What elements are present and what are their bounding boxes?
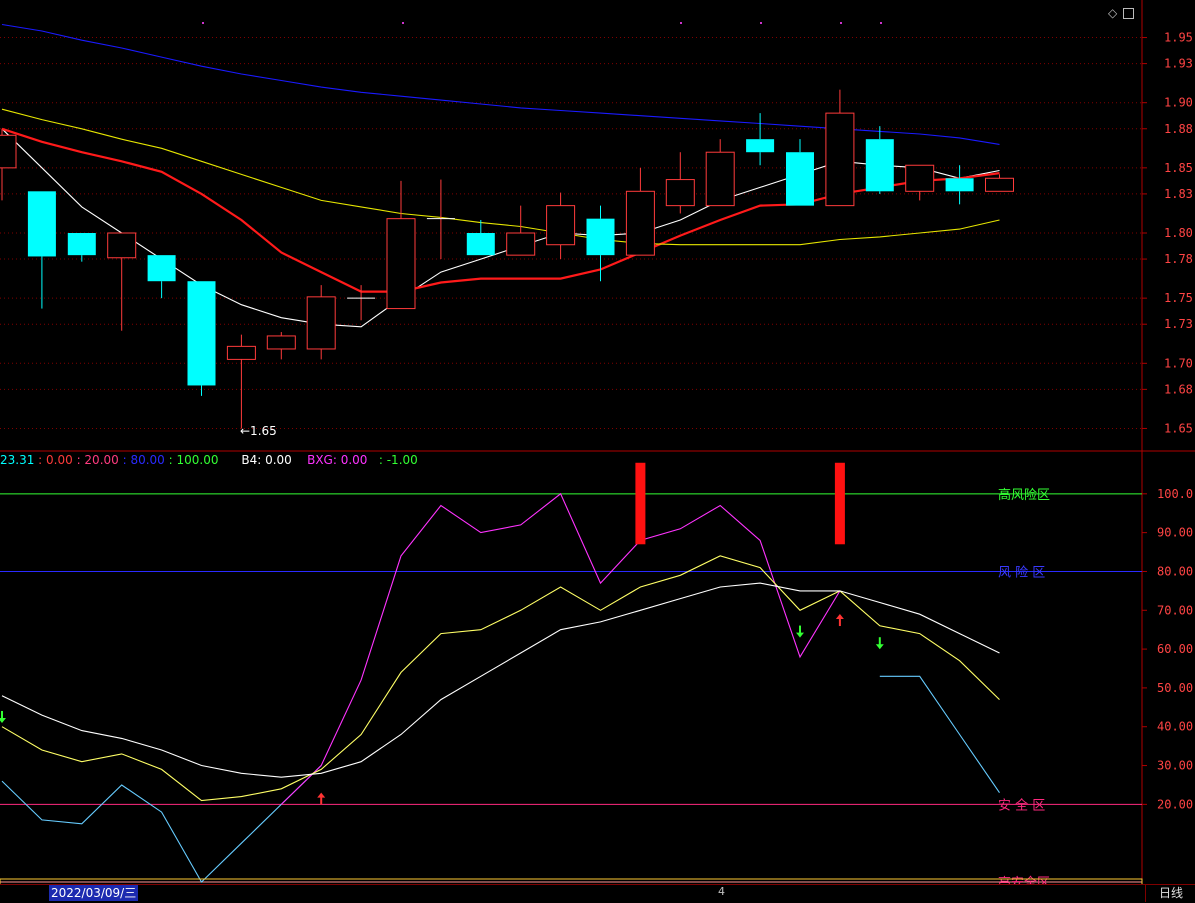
osc-tick-label: 100.0 xyxy=(1157,487,1193,501)
top-marker xyxy=(760,22,762,24)
candle-body xyxy=(586,218,615,256)
candle-body xyxy=(0,134,17,169)
osc-tick-label: 70.00 xyxy=(1157,603,1193,617)
arrow-head xyxy=(317,792,326,798)
candle-body xyxy=(746,139,775,153)
candle-body xyxy=(625,190,655,256)
legend-item: 23.31 xyxy=(0,453,35,467)
price-tick-label: 1.93 xyxy=(1164,57,1193,71)
candle-body xyxy=(665,179,695,207)
price-tick-label: 1.80 xyxy=(1164,226,1193,240)
candle-body xyxy=(985,177,1014,192)
candle-body xyxy=(187,281,216,386)
price-tick-label: 1.73 xyxy=(1164,317,1193,331)
osc-tick-label: 30.00 xyxy=(1157,759,1193,773)
osc-line xyxy=(1,675,1000,883)
zone-label-high_risk: 高风险区 xyxy=(998,487,1050,503)
zone-label-safe: 安 全 区 xyxy=(998,797,1045,813)
restore-icon[interactable] xyxy=(1123,8,1135,19)
signal-arrow xyxy=(875,637,884,650)
price-tick-label: 1.70 xyxy=(1164,356,1193,370)
window-controls: ◇ xyxy=(1108,6,1140,20)
arrow-head xyxy=(875,644,884,650)
price-tick-label: 1.95 xyxy=(1164,31,1193,45)
legend-item: : 100.00 xyxy=(164,453,219,467)
candle-body xyxy=(506,232,536,256)
top-marker xyxy=(402,22,404,24)
axis-marker: 4 xyxy=(718,885,725,898)
top-marker xyxy=(680,22,682,24)
candle-body xyxy=(546,205,576,246)
arrow-head xyxy=(835,614,844,620)
price-tick-label: 1.78 xyxy=(1164,252,1193,266)
legend-item: : 20.00 xyxy=(72,453,119,467)
signal-bar xyxy=(635,462,646,545)
signal-arrow xyxy=(0,710,6,723)
price-tick-label: 1.85 xyxy=(1164,161,1193,175)
osc-tick-label: 20.00 xyxy=(1157,797,1193,811)
osc-tick-label: 80.00 xyxy=(1157,564,1193,578)
top-marker xyxy=(840,22,842,24)
signal-arrow xyxy=(317,792,326,805)
legend-item: B4: 0.00 xyxy=(218,453,292,467)
status-bar xyxy=(0,884,1195,903)
price-tick-label: 1.90 xyxy=(1164,96,1193,110)
low-price-marker: ←1.65 xyxy=(240,424,277,438)
osc-line xyxy=(280,492,841,805)
top-marker xyxy=(880,22,882,24)
candle-body xyxy=(266,335,296,350)
top-marker xyxy=(202,22,204,24)
price-tick-label: 1.83 xyxy=(1164,187,1193,201)
price-tick-label: 1.68 xyxy=(1164,382,1193,396)
legend-item: : -1.00 xyxy=(367,453,418,467)
candle-body xyxy=(27,191,56,257)
candle-body xyxy=(945,178,974,192)
osc-line xyxy=(1,582,1000,778)
candle-body xyxy=(865,139,894,192)
arrow-head xyxy=(0,717,6,723)
candle-body xyxy=(786,152,814,206)
candle-body xyxy=(825,112,855,207)
candle-body xyxy=(226,345,256,360)
arrow-head xyxy=(796,632,804,638)
price-tick-label: 1.75 xyxy=(1164,291,1193,305)
diamond-icon[interactable]: ◇ xyxy=(1108,6,1117,20)
legend-item: : 0.00 xyxy=(34,453,73,467)
cursor-date: 2022/03/09/三 xyxy=(49,885,139,901)
candle-body xyxy=(386,218,416,310)
osc-tick-label: 40.00 xyxy=(1157,720,1193,734)
price-tick-label: 1.65 xyxy=(1164,421,1193,435)
candle-body xyxy=(147,255,176,282)
candle-body xyxy=(67,233,96,256)
signal-bar xyxy=(834,462,845,545)
legend-item: BXG: 0.00 xyxy=(291,453,368,467)
candle-body xyxy=(306,296,336,350)
candle-body xyxy=(705,151,735,207)
candle-body xyxy=(466,233,495,256)
price-tick-label: 1.88 xyxy=(1164,122,1193,136)
signal-arrow xyxy=(796,625,804,638)
period-selector[interactable]: 日线 xyxy=(1145,884,1195,902)
indicator-legend: 23.31 : 0.00 : 20.00 : 80.00 : 100.00 B4… xyxy=(0,452,418,468)
stock-chart[interactable]: 1.95 1.93 1.90 1.88 1.85 1.83 1.80 1.78 1.75 1.73… xyxy=(0,0,1195,902)
osc-tick-label: 50.00 xyxy=(1157,681,1193,695)
zone-label-risk: 风 险 区 xyxy=(998,565,1045,580)
signal-arrow xyxy=(835,614,844,627)
osc-tick-label: 60.00 xyxy=(1157,642,1193,656)
osc-tick-label: 90.00 xyxy=(1157,526,1193,540)
candle-body xyxy=(107,232,137,259)
osc-line xyxy=(1,555,1000,802)
legend-item: : 80.00 xyxy=(118,453,165,467)
candle-body xyxy=(905,164,935,192)
